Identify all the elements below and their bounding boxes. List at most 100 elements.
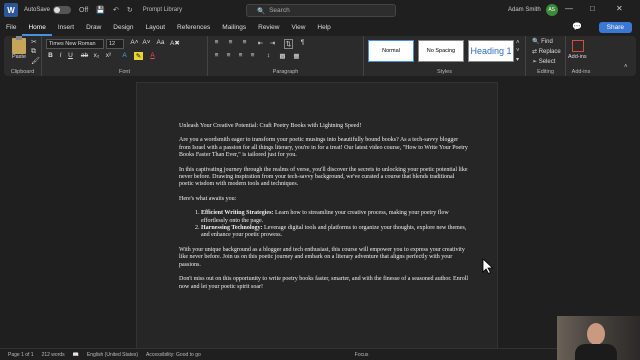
maximize-icon[interactable]: □ [590,4,595,13]
tab-view[interactable]: View [285,20,311,36]
numbering-icon[interactable]: ≡ [226,39,235,46]
shading-icon[interactable]: ▩ [278,52,287,60]
subscript-button[interactable]: x₂ [92,52,101,59]
comments-icon[interactable]: 💬 [572,22,582,31]
bullets-icon[interactable]: ≡ [212,39,221,46]
styles-scroll-down-icon[interactable]: ˅ [516,48,520,54]
replace-icon: ⇄ [532,49,538,55]
minimize-icon[interactable]: — [565,4,573,13]
underline-button[interactable]: U [66,52,75,59]
font-group-label: Font [118,69,130,75]
font-color-icon[interactable]: A [148,52,157,59]
tab-references[interactable]: References [171,20,216,36]
select-button[interactable]: ➢ Select [532,58,555,65]
paragraph-3: Here's what awaits you: [179,195,237,202]
font-name-select[interactable]: Times New Roman [46,39,104,49]
text-effects-icon[interactable]: A [120,52,129,59]
copy-icon[interactable]: ⧉ [31,48,36,56]
paragraph-2: In this captivating journey through the … [179,166,468,188]
language-status[interactable]: English (United States) [87,352,138,358]
autosave-toggle[interactable] [53,6,72,14]
proofing-icon[interactable]: 📖 [73,352,79,358]
search-placeholder: Search [269,7,290,14]
paragraph-group: ≡ ≡ ≡ ⇤ ⇥ ⇅ ¶ ≡ ≡ ≡ ≡ ↕ ▩ ▦ Paragraph [208,36,364,76]
tab-file[interactable]: File [0,20,22,36]
align-right-icon[interactable]: ≡ [236,52,245,59]
word-count[interactable]: 212 words [42,352,65,358]
addins-group-label: Add-ins [571,69,591,75]
select-label: Select [538,59,556,65]
increase-indent-icon[interactable]: ⇥ [268,39,277,47]
paragraph-1: Are you a wordsmith eager to transform y… [179,137,468,159]
borders-icon[interactable]: ▦ [292,52,301,60]
list-item-bold: Efficient Writing Strategies: [201,210,274,217]
line-spacing-icon[interactable]: ↕ [264,52,273,59]
save-icon[interactable]: 💾 [96,6,105,14]
styles-group-label: Styles [437,69,452,75]
addins-icon[interactable] [572,40,584,52]
editing-group: 🔍 Find ⇄ Replace ➢ Select Editing [526,36,566,76]
tab-home[interactable]: Home [22,20,52,36]
multilevel-list-icon[interactable]: ≡ [240,39,249,46]
user-account[interactable]: Adam Smith AS [508,4,558,16]
share-button[interactable]: Share [598,22,632,33]
paste-button[interactable]: Paste [10,36,28,60]
webcam-person-head [587,323,605,345]
tab-mailings[interactable]: Mailings [216,20,252,36]
tab-insert[interactable]: Insert [52,20,80,36]
highlight-color-icon[interactable]: ✎ [134,52,143,60]
bold-button[interactable]: B [46,52,55,59]
align-left-icon[interactable]: ≡ [212,52,221,59]
font-size-select[interactable]: 12 [106,39,124,49]
grow-font-icon[interactable]: A˄ [130,39,139,46]
redo-icon[interactable]: ↻ [127,6,133,14]
search-input[interactable]: 🔍 Search [246,4,396,17]
clipboard-group-label: Clipboard [10,69,35,75]
sort-icon[interactable]: ⇅ [284,39,293,49]
styles-scroll-up-icon[interactable]: ˄ [516,40,520,46]
change-case-icon[interactable]: Aa [156,39,165,46]
focus-button[interactable]: Focus [355,352,369,358]
strikethrough-button[interactable]: ab [80,52,89,59]
style-heading-1[interactable]: Heading 1 [468,40,514,62]
tab-help[interactable]: Help [311,20,336,36]
benefits-list: Efficient Writing Strategies: Learn how … [201,210,469,240]
webcam-overlay [557,316,640,360]
find-label: Find [541,39,553,45]
document-name[interactable]: Prompt Library [143,7,182,13]
list-item-bold: Harnessing Technology: [201,225,263,232]
status-bar: Page 1 of 1 212 words 📖 English (United … [0,348,640,360]
addins-label[interactable]: Add-ins [568,54,587,60]
collapse-ribbon-icon[interactable]: ˄ [624,64,628,70]
page-count[interactable]: Page 1 of 1 [8,352,34,358]
tab-draw[interactable]: Draw [80,20,107,36]
tab-layout[interactable]: Layout [140,20,172,36]
cut-icon[interactable]: ✂ [31,38,37,46]
style-no-spacing[interactable]: No Spacing [418,40,464,62]
find-icon: 🔍 [532,39,540,45]
mouse-pointer-icon [482,258,494,274]
shrink-font-icon[interactable]: A˅ [142,39,151,46]
align-center-icon[interactable]: ≡ [224,52,233,59]
find-button[interactable]: 🔍 Find [532,38,553,45]
justify-icon[interactable]: ≡ [248,52,257,59]
document-page[interactable]: Unleash Your Creative Potential: Craft P… [136,82,498,352]
decrease-indent-icon[interactable]: ⇤ [256,39,265,47]
tab-review[interactable]: Review [252,20,285,36]
replace-button[interactable]: ⇄ Replace [532,48,561,55]
autosave-label: AutoSave [24,7,51,13]
format-painter-icon[interactable]: 🖌 [31,57,40,65]
superscript-button[interactable]: x² [104,52,113,59]
tab-design[interactable]: Design [107,20,139,36]
accessibility-status[interactable]: Accessibility: Good to go [146,352,201,358]
avatar[interactable]: AS [545,4,558,16]
clear-formatting-icon[interactable]: A✖ [170,39,180,47]
italic-button[interactable]: I [56,52,65,59]
styles-more-icon[interactable]: ▾ [516,56,519,63]
addins-group: Add-ins Add-ins [566,36,596,76]
show-marks-icon[interactable]: ¶ [298,39,307,46]
close-icon[interactable]: ✕ [616,4,623,13]
document-body[interactable]: Unleash Your Creative Potential: Craft P… [179,123,469,298]
style-normal[interactable]: Normal [368,40,414,62]
undo-icon[interactable]: ↶ [113,6,119,14]
